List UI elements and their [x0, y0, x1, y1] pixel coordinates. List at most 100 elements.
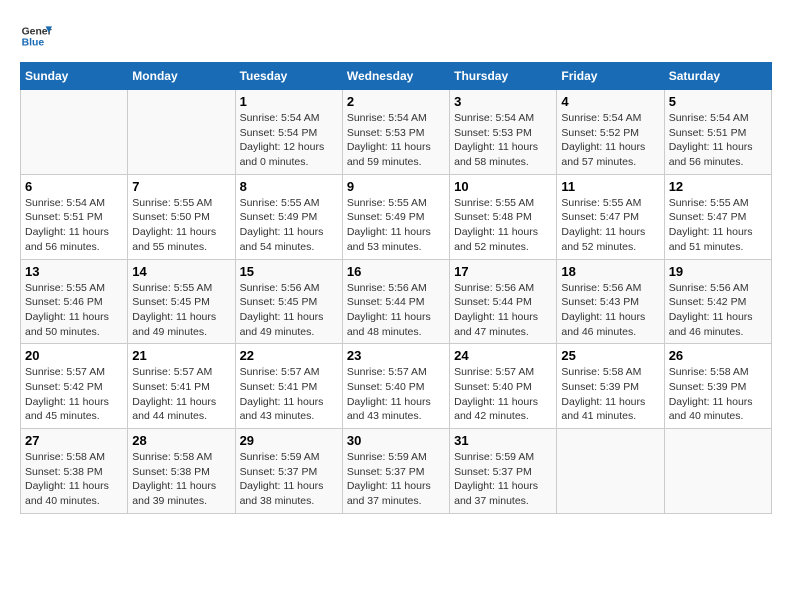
day-number: 9 — [347, 179, 445, 194]
page-header: General Blue — [20, 20, 772, 52]
day-cell: 17 Sunrise: 5:56 AM Sunset: 5:44 PM Dayli… — [450, 259, 557, 344]
day-cell: 6Sunrise: 5:54 AM Sunset: 5:51 PM Daylig… — [21, 174, 128, 259]
day-number: 16 — [347, 264, 445, 279]
day-cell: 5Sunrise: 5:54 AM Sunset: 5:51 PM Daylig… — [664, 90, 771, 175]
day-cell — [557, 429, 664, 514]
day-cell: 18 Sunrise: 5:56 AM Sunset: 5:43 PM Dayli… — [557, 259, 664, 344]
day-cell: 12Sunrise: 5:55 AM Sunset: 5:47 PM Dayli… — [664, 174, 771, 259]
day-info: Sunrise: 5:54 AM Sunset: 5:51 PM Dayligh… — [669, 111, 767, 170]
calendar-table: SundayMondayTuesdayWednesdayThursdayFrid… — [20, 62, 772, 514]
day-info: Sunrise: 5:56 AM Sunset: 5:43 PM Dayligh… — [561, 281, 659, 340]
day-cell: 7 Sunrise: 5:55 AM Sunset: 5:50 PM Daylig… — [128, 174, 235, 259]
day-number: 13 — [25, 264, 123, 279]
day-info: Sunrise: 5:59 AM Sunset: 5:37 PM Dayligh… — [347, 450, 445, 509]
day-cell: 13 Sunrise: 5:55 AM Sunset: 5:46 PM Dayli… — [21, 259, 128, 344]
day-number: 21 — [132, 348, 230, 363]
day-cell: 22 Sunrise: 5:57 AM Sunset: 5:41 PM Dayli… — [235, 344, 342, 429]
day-number: 23 — [347, 348, 445, 363]
day-info: Sunrise: 5:58 AM Sunset: 5:38 PM Dayligh… — [25, 450, 123, 509]
day-info: Sunrise: 5:58 AM Sunset: 5:38 PM Dayligh… — [132, 450, 230, 509]
col-header-tuesday: Tuesday — [235, 63, 342, 90]
header-row: SundayMondayTuesdayWednesdayThursdayFrid… — [21, 63, 772, 90]
day-cell: 4 Sunrise: 5:54 AM Sunset: 5:52 PM Daylig… — [557, 90, 664, 175]
day-number: 27 — [25, 433, 123, 448]
day-cell: 29Sunrise: 5:59 AM Sunset: 5:37 PM Dayli… — [235, 429, 342, 514]
day-info: Sunrise: 5:54 AM Sunset: 5:53 PM Dayligh… — [347, 111, 445, 170]
day-number: 24 — [454, 348, 552, 363]
day-number: 1 — [240, 94, 338, 109]
day-info: Sunrise: 5:58 AM Sunset: 5:39 PM Dayligh… — [561, 365, 659, 424]
day-info: Sunrise: 5:54 AM Sunset: 5:51 PM Dayligh… — [25, 196, 123, 255]
day-number: 12 — [669, 179, 767, 194]
day-info: Sunrise: 5:55 AM Sunset: 5:46 PM Dayligh… — [25, 281, 123, 340]
day-info: Sunrise: 5:54 AM Sunset: 5:54 PM Dayligh… — [240, 111, 338, 170]
day-cell: 16 Sunrise: 5:56 AM Sunset: 5:44 PM Dayli… — [342, 259, 449, 344]
day-info: Sunrise: 5:57 AM Sunset: 5:40 PM Dayligh… — [454, 365, 552, 424]
day-cell: 14 Sunrise: 5:55 AM Sunset: 5:45 PM Dayli… — [128, 259, 235, 344]
day-number: 2 — [347, 94, 445, 109]
day-info: Sunrise: 5:56 AM Sunset: 5:44 PM Dayligh… — [347, 281, 445, 340]
day-info: Sunrise: 5:55 AM Sunset: 5:48 PM Dayligh… — [454, 196, 552, 255]
day-number: 10 — [454, 179, 552, 194]
day-cell: 15Sunrise: 5:56 AM Sunset: 5:45 PM Dayli… — [235, 259, 342, 344]
day-cell: 2 Sunrise: 5:54 AM Sunset: 5:53 PM Daylig… — [342, 90, 449, 175]
day-info: Sunrise: 5:57 AM Sunset: 5:40 PM Dayligh… — [347, 365, 445, 424]
day-info: Sunrise: 5:54 AM Sunset: 5:52 PM Dayligh… — [561, 111, 659, 170]
day-number: 25 — [561, 348, 659, 363]
svg-text:Blue: Blue — [22, 38, 45, 49]
day-cell: 20 Sunrise: 5:57 AM Sunset: 5:42 PM Dayli… — [21, 344, 128, 429]
day-info: Sunrise: 5:56 AM Sunset: 5:44 PM Dayligh… — [454, 281, 552, 340]
day-cell: 26 Sunrise: 5:58 AM Sunset: 5:39 PM Dayli… — [664, 344, 771, 429]
day-number: 26 — [669, 348, 767, 363]
day-cell: 28 Sunrise: 5:58 AM Sunset: 5:38 PM Dayli… — [128, 429, 235, 514]
day-number: 30 — [347, 433, 445, 448]
day-cell: 21 Sunrise: 5:57 AM Sunset: 5:41 PM Dayli… — [128, 344, 235, 429]
logo: General Blue — [20, 20, 52, 52]
day-info: Sunrise: 5:57 AM Sunset: 5:42 PM Dayligh… — [25, 365, 123, 424]
day-cell — [21, 90, 128, 175]
col-header-friday: Friday — [557, 63, 664, 90]
logo-icon: General Blue — [20, 20, 52, 52]
day-cell: 10 Sunrise: 5:55 AM Sunset: 5:48 PM Dayli… — [450, 174, 557, 259]
day-cell: 31 Sunrise: 5:59 AM Sunset: 5:37 PM Dayli… — [450, 429, 557, 514]
day-info: Sunrise: 5:57 AM Sunset: 5:41 PM Dayligh… — [240, 365, 338, 424]
day-number: 28 — [132, 433, 230, 448]
day-cell — [664, 429, 771, 514]
day-number: 15 — [240, 264, 338, 279]
day-cell: 8 Sunrise: 5:55 AM Sunset: 5:49 PM Daylig… — [235, 174, 342, 259]
day-cell: 19 Sunrise: 5:56 AM Sunset: 5:42 PM Dayli… — [664, 259, 771, 344]
day-number: 31 — [454, 433, 552, 448]
day-number: 19 — [669, 264, 767, 279]
day-cell: 11Sunrise: 5:55 AM Sunset: 5:47 PM Dayli… — [557, 174, 664, 259]
day-number: 14 — [132, 264, 230, 279]
day-cell: 30 Sunrise: 5:59 AM Sunset: 5:37 PM Dayli… — [342, 429, 449, 514]
col-header-sunday: Sunday — [21, 63, 128, 90]
day-number: 8 — [240, 179, 338, 194]
day-cell: 24 Sunrise: 5:57 AM Sunset: 5:40 PM Dayli… — [450, 344, 557, 429]
day-info: Sunrise: 5:59 AM Sunset: 5:37 PM Dayligh… — [240, 450, 338, 509]
day-info: Sunrise: 5:55 AM Sunset: 5:50 PM Dayligh… — [132, 196, 230, 255]
col-header-monday: Monday — [128, 63, 235, 90]
day-info: Sunrise: 5:55 AM Sunset: 5:45 PM Dayligh… — [132, 281, 230, 340]
day-number: 3 — [454, 94, 552, 109]
day-number: 17 — [454, 264, 552, 279]
day-cell: 27 Sunrise: 5:58 AM Sunset: 5:38 PM Dayli… — [21, 429, 128, 514]
day-cell: 23 Sunrise: 5:57 AM Sunset: 5:40 PM Dayli… — [342, 344, 449, 429]
day-info: Sunrise: 5:57 AM Sunset: 5:41 PM Dayligh… — [132, 365, 230, 424]
day-number: 7 — [132, 179, 230, 194]
day-number: 22 — [240, 348, 338, 363]
day-info: Sunrise: 5:54 AM Sunset: 5:53 PM Dayligh… — [454, 111, 552, 170]
week-row-4: 20 Sunrise: 5:57 AM Sunset: 5:42 PM Dayli… — [21, 344, 772, 429]
day-number: 18 — [561, 264, 659, 279]
week-row-2: 6Sunrise: 5:54 AM Sunset: 5:51 PM Daylig… — [21, 174, 772, 259]
day-info: Sunrise: 5:55 AM Sunset: 5:49 PM Dayligh… — [240, 196, 338, 255]
col-header-wednesday: Wednesday — [342, 63, 449, 90]
day-number: 20 — [25, 348, 123, 363]
day-info: Sunrise: 5:58 AM Sunset: 5:39 PM Dayligh… — [669, 365, 767, 424]
day-info: Sunrise: 5:56 AM Sunset: 5:42 PM Dayligh… — [669, 281, 767, 340]
day-info: Sunrise: 5:59 AM Sunset: 5:37 PM Dayligh… — [454, 450, 552, 509]
day-cell: 1 Sunrise: 5:54 AM Sunset: 5:54 PM Daylig… — [235, 90, 342, 175]
week-row-5: 27 Sunrise: 5:58 AM Sunset: 5:38 PM Dayli… — [21, 429, 772, 514]
col-header-saturday: Saturday — [664, 63, 771, 90]
day-number: 4 — [561, 94, 659, 109]
